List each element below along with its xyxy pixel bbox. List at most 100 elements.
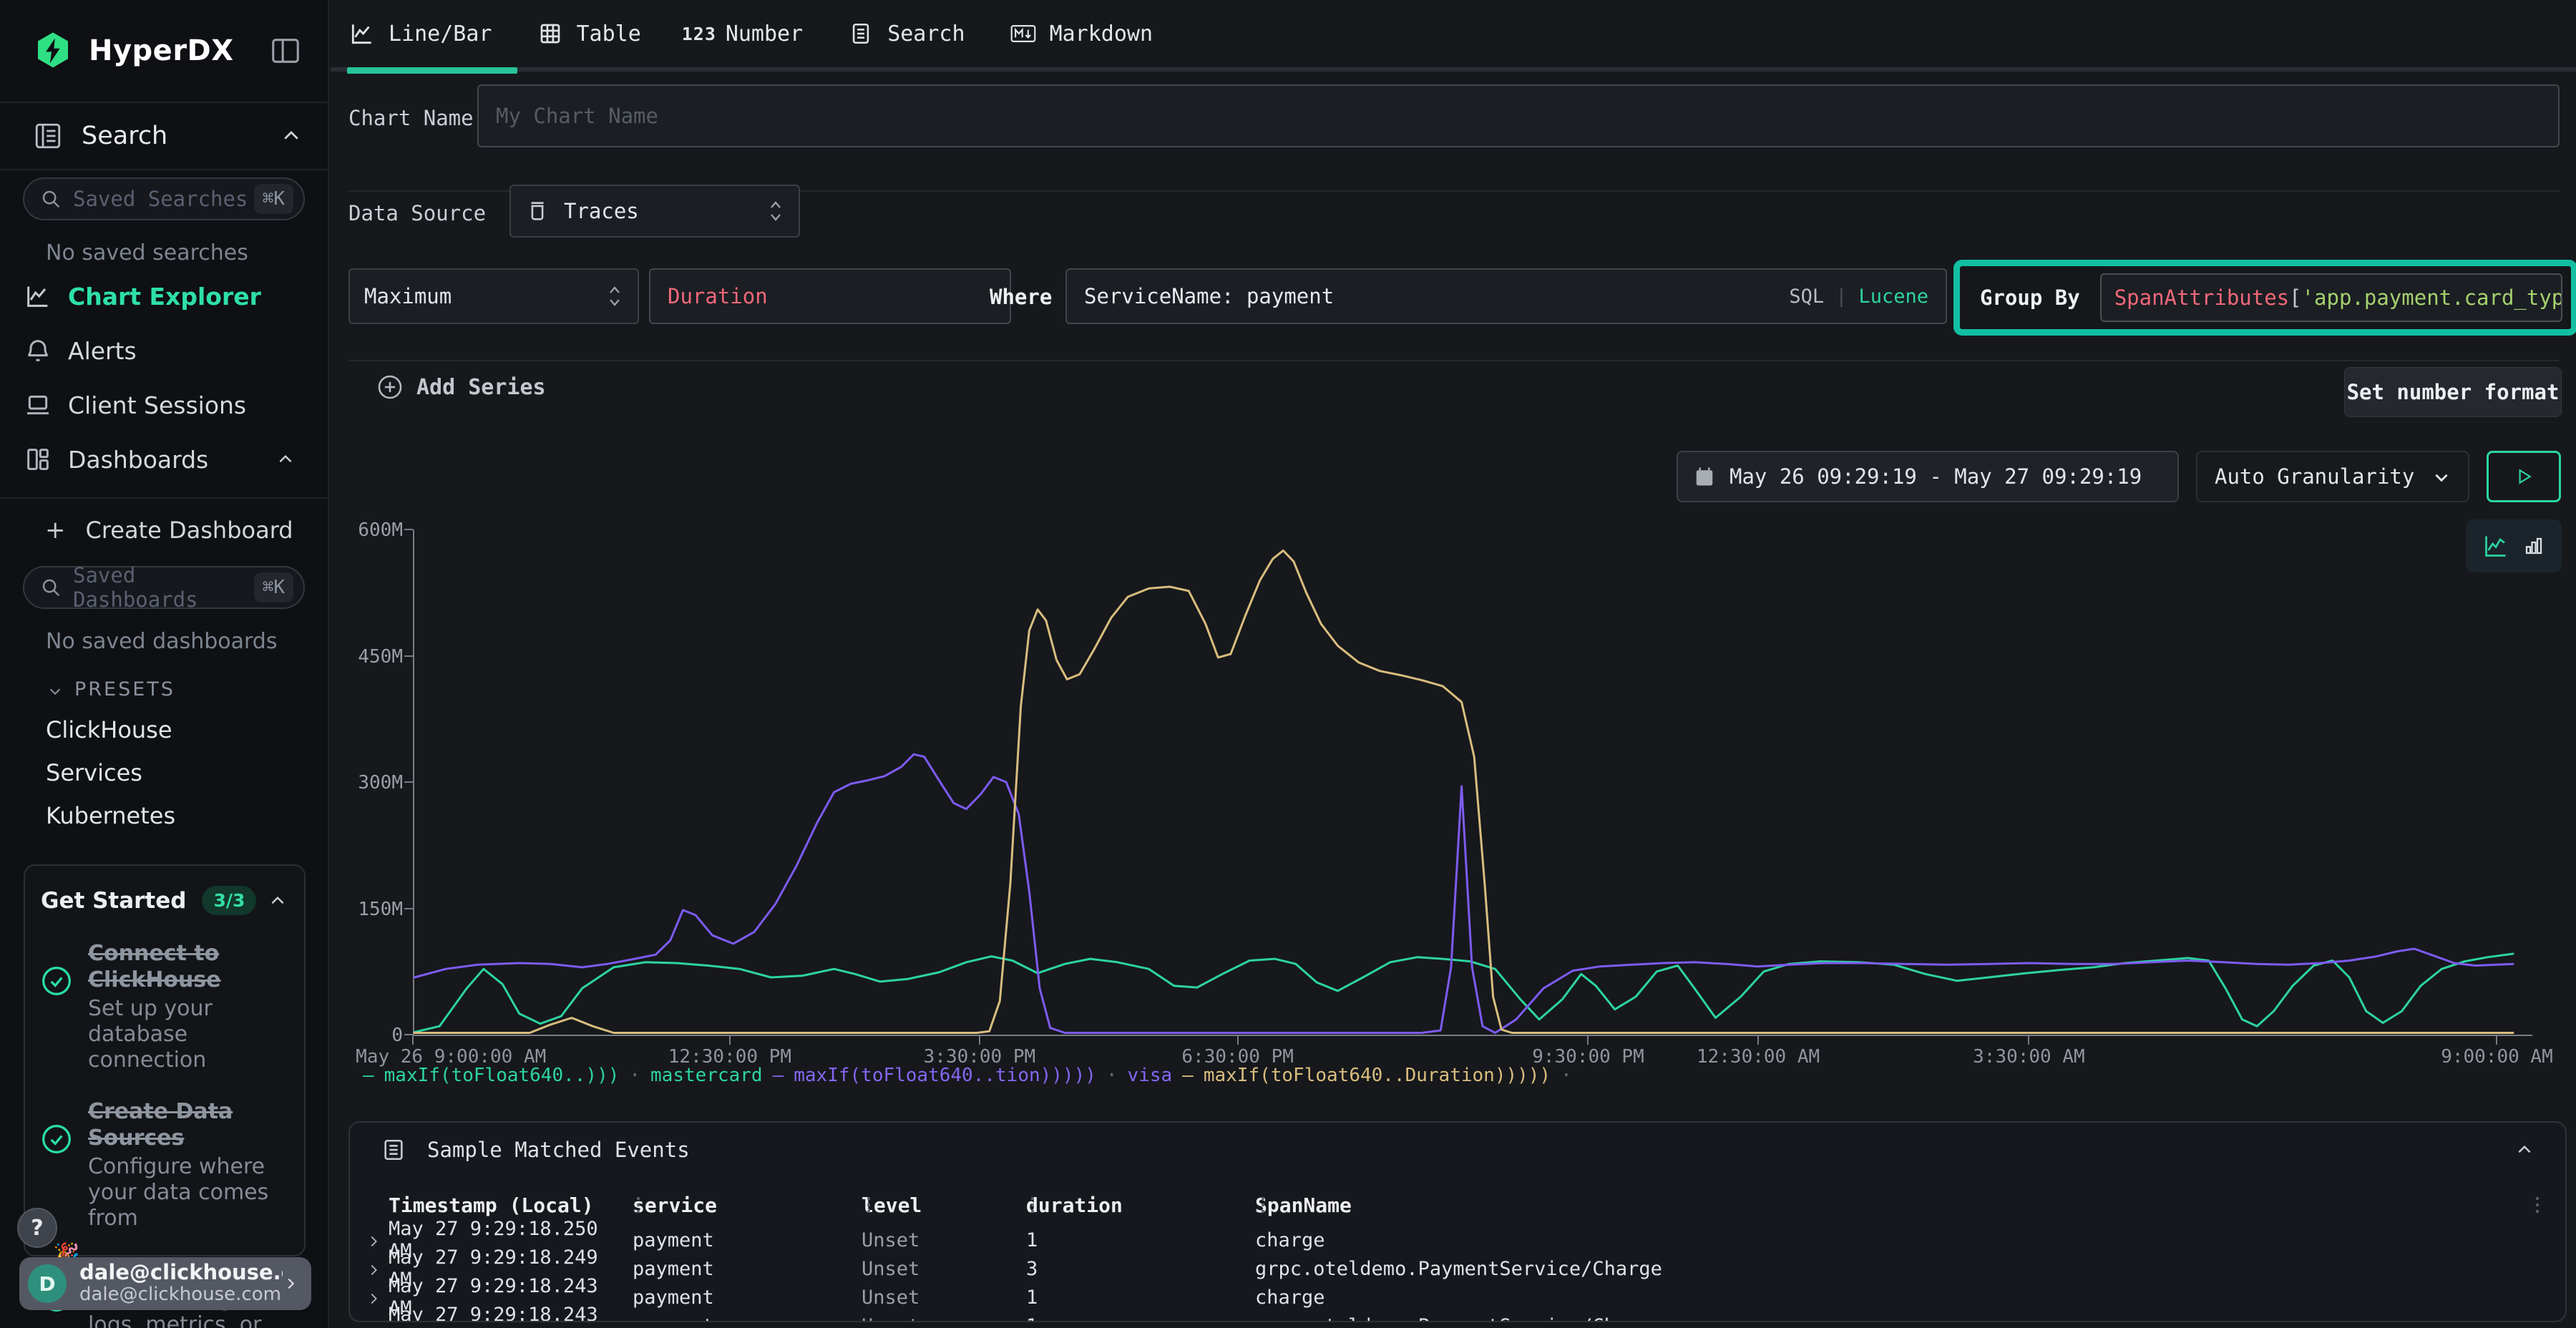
group-by-bracket: [ [2289, 285, 2301, 310]
chevron-up-icon[interactable] [268, 892, 287, 910]
add-series-button[interactable]: Add Series [376, 374, 546, 401]
x-axis-tick [2028, 1036, 2029, 1045]
user-email: dale@clickhouse.com [79, 1261, 283, 1284]
group-by-fn: SpanAttributes [2114, 285, 2289, 310]
chart-name-input[interactable]: My Chart Name [477, 84, 2560, 147]
add-series-label: Add Series [416, 375, 546, 400]
cell-level: Unset [862, 1315, 1026, 1323]
tab-line-bar[interactable]: Line/Bar [348, 0, 492, 67]
chevron-up-icon[interactable] [2515, 1141, 2534, 1159]
column-header-duration[interactable]: duration [1026, 1193, 1255, 1217]
tab-table[interactable]: Table [537, 0, 641, 67]
chart-legend[interactable]: —maxIf(toFloat640..)))·mastercard—maxIf(… [363, 1065, 1572, 1086]
preset-item-clickhouse[interactable]: ClickHouse [46, 716, 328, 743]
column-resize-handle[interactable]: ⋮ [1023, 1194, 1042, 1216]
column-header-spanname[interactable]: SpanName [1255, 1193, 2565, 1217]
data-source-select[interactable]: Traces [509, 185, 800, 238]
hyperdx-logo-icon [33, 31, 73, 71]
sample-matched-events-card: Sample Matched Events Timestamp (Local)s… [348, 1121, 2567, 1322]
table-row[interactable]: May 27 9:29:18.250 AMpaymentUnset1charge [350, 1226, 2565, 1254]
updown-chevrons-icon [606, 284, 623, 308]
user-menu[interactable]: D dale@clickhouse.com dale@clickhouse.co… [19, 1257, 311, 1310]
tab-bar: Line/Bar Table 123Number Search Markdown [331, 0, 2576, 72]
expand-row-icon[interactable] [350, 1289, 386, 1305]
sidebar-item-dashboards[interactable]: Dashboards [0, 436, 328, 483]
divider [0, 169, 328, 170]
y-axis-tick [404, 781, 413, 783]
where-label: Where [990, 285, 1052, 309]
hyperdx-app: HyperDX Search Saved Searches ⌘K No save… [0, 0, 2576, 1328]
data-source-label: Data Source [348, 201, 486, 225]
get-started-item[interactable]: Connect to ClickHouseSet up your databas… [41, 941, 287, 1073]
column-resize-handle[interactable]: ⋮ [859, 1194, 878, 1216]
sidebar-item-alerts[interactable]: Alerts [0, 327, 328, 374]
legend-segment: — [363, 1065, 374, 1086]
search-icon [40, 577, 62, 598]
preset-item-kubernetes[interactable]: Kubernetes [46, 802, 328, 829]
lucene-mode-button[interactable]: Lucene [1858, 285, 1928, 308]
field-input[interactable]: Duration [649, 268, 1011, 324]
table-row[interactable]: May 27 9:29:18.243 AMpaymentUnset1charge [350, 1283, 2565, 1312]
date-range-picker[interactable]: May 26 09:29:19 - May 27 09:29:19 [1677, 451, 2179, 502]
sidebar-item-client-sessions[interactable]: Client Sessions [0, 381, 328, 429]
y-axis-tick-label: 450M [338, 646, 403, 668]
table-row[interactable]: May 27 9:29:18.249 AMpaymentUnset3grpc.o… [350, 1254, 2565, 1283]
no-saved-dashboards-text: No saved dashboards [46, 629, 328, 654]
group-by-input[interactable]: SpanAttributes['app.payment.card_type'] [2100, 273, 2562, 322]
column-resize-handle[interactable]: ⋮ [629, 1194, 648, 1216]
column-header-service[interactable]: service [633, 1193, 862, 1217]
saved-searches-input[interactable]: Saved Searches ⌘K [23, 177, 305, 220]
sidebar-item-label: Client Sessions [68, 391, 328, 419]
y-axis-tick-label: 600M [338, 519, 403, 541]
tab-search[interactable]: Search [847, 0, 965, 67]
chart-type-toggle[interactable] [2466, 519, 2562, 572]
preset-item-services[interactable]: Services [46, 759, 328, 786]
create-dashboard-button[interactable]: + Create Dashboard [45, 516, 328, 545]
sidebar-item-chart-explorer[interactable]: Chart Explorer [0, 273, 328, 320]
granularity-select[interactable]: Auto Granularity [2196, 451, 2469, 502]
cmd-k-shortcut: ⌘K [254, 184, 293, 214]
events-table-body: May 27 9:29:18.250 AMpaymentUnset1charge… [350, 1226, 2565, 1322]
laptop-icon [24, 391, 52, 419]
where-input[interactable]: ServiceName: payment SQL | Lucene [1065, 268, 1947, 324]
tab-number[interactable]: 123Number [686, 0, 803, 67]
run-query-button[interactable] [2487, 451, 2561, 502]
saved-dashboards-input[interactable]: Saved Dashboards ⌘K [23, 566, 305, 609]
aggregation-select[interactable]: Maximum [348, 268, 639, 324]
cell-duration: 3 [1026, 1258, 1255, 1280]
presets-toggle[interactable]: PRESETS [47, 678, 328, 700]
column-header-level[interactable]: level [862, 1193, 1026, 1217]
data-source-value: Traces [564, 199, 639, 223]
date-range-value: May 26 09:29:19 - May 27 09:29:19 [1729, 464, 2142, 489]
expand-row-icon[interactable] [350, 1318, 386, 1322]
column-resize-handle[interactable]: ⋮ [1254, 1194, 1272, 1216]
x-axis-tick [1757, 1036, 1759, 1045]
expand-row-icon[interactable] [350, 1232, 386, 1248]
set-number-format-button[interactable]: Set number format [2344, 367, 2562, 417]
group-by-highlight: Group By SpanAttributes['app.payment.car… [1953, 260, 2576, 336]
y-axis-tick-label: 0 [338, 1025, 403, 1046]
sql-mode-button[interactable]: SQL [1789, 285, 1824, 308]
expand-row-icon[interactable] [350, 1261, 386, 1276]
cell-service: payment [633, 1286, 862, 1309]
legend-segment: visa [1128, 1065, 1173, 1086]
get-started-item[interactable]: Create Data SourcesConfigure where your … [41, 1099, 287, 1231]
sidebar-section-search[interactable]: Search [0, 103, 328, 169]
y-axis-tick [404, 655, 413, 657]
y-axis-tick [404, 908, 413, 909]
table-row[interactable]: May 27 9:29:18.243 AMpaymentUnset1grpc.o… [350, 1312, 2565, 1322]
divider [0, 497, 328, 499]
column-resize-handle[interactable]: ⋮ [2528, 1194, 2547, 1216]
chevron-up-icon[interactable] [280, 125, 302, 147]
chevron-up-icon[interactable] [276, 450, 295, 469]
column-header-timestamp-local-[interactable]: Timestamp (Local) [386, 1193, 633, 1217]
help-button[interactable]: ? [17, 1208, 57, 1248]
tab-markdown[interactable]: Markdown [1010, 0, 1153, 67]
legend-segment: — [1182, 1065, 1194, 1086]
cell-timestamp: May 27 9:29:18.243 AM [386, 1304, 633, 1322]
preset-list: ClickHouse Services Kubernetes [0, 716, 328, 829]
collapse-sidebar-icon[interactable] [269, 34, 302, 67]
y-axis-tick-label: 300M [338, 772, 403, 794]
cell-service: payment [633, 1229, 862, 1251]
main-content: Line/BarTable123NumberSearchMarkdown Cha… [331, 0, 2576, 1328]
